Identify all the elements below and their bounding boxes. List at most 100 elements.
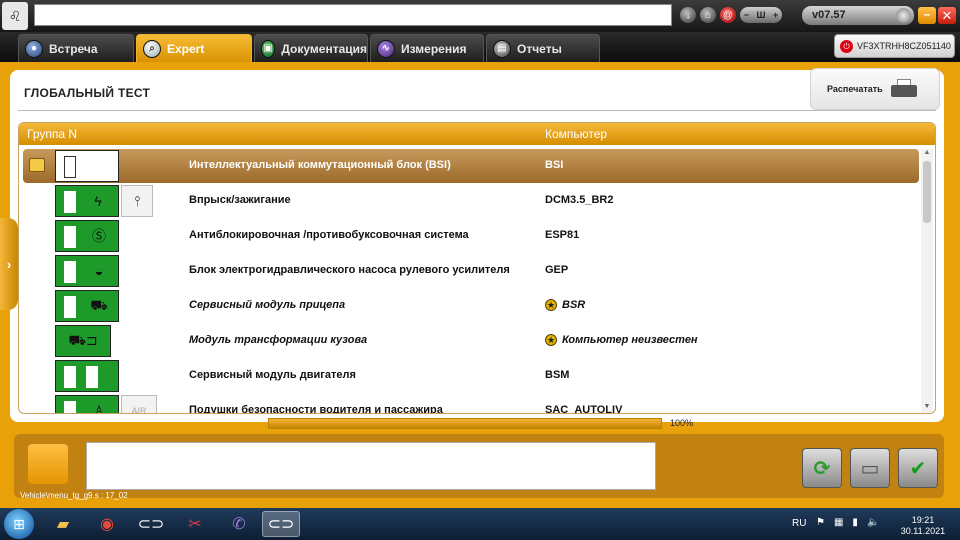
ecu-module-icon: ϟ xyxy=(55,185,119,217)
scroll-thumb[interactable] xyxy=(923,161,931,223)
ecu-table: Группа N Компьютер Интеллектуальный комм… xyxy=(18,122,936,414)
table-row[interactable]: ⛟ Сервисный модуль прицепа ★ BSR xyxy=(23,289,919,323)
ecu-module-icon: ♙ xyxy=(55,395,119,413)
divider xyxy=(18,110,936,111)
progress-bar xyxy=(268,418,662,429)
minimize-button[interactable]: – xyxy=(918,7,936,24)
row-computer: BSM xyxy=(545,369,570,381)
down-arrow-icon[interactable]: ↓ xyxy=(680,7,696,23)
tab-documentation[interactable]: ▣ Документация xyxy=(254,34,368,62)
print-label: Распечатать xyxy=(827,84,883,94)
volume-icon[interactable]: 🔈 xyxy=(867,517,879,528)
app-window: ♌ ↓ ⌂ @ − Ш + v07.57 – ✕ ● Встреча ⌕ Exper… xyxy=(0,0,960,540)
power-icon: ⏻ xyxy=(840,39,853,53)
viber-button[interactable]: ✆ xyxy=(220,511,258,537)
lightning-icon: ϟ xyxy=(94,193,102,209)
tab-measurements[interactable]: ∿ Измерения xyxy=(370,34,484,62)
trailer-icon: ⛟ xyxy=(90,296,108,313)
tab-vstrecha[interactable]: ● Встреча xyxy=(18,34,134,62)
explorer-button[interactable]: ▰ xyxy=(44,511,82,537)
refresh-icon: ⟳ xyxy=(813,457,831,480)
battery-icon[interactable]: ▮ xyxy=(852,517,858,528)
flag-icon[interactable]: ⚑ xyxy=(816,517,825,528)
home-icon[interactable]: ⌂ xyxy=(700,7,716,23)
page-title: ГЛОБАЛЬНЫЙ ТЕСТ xyxy=(24,86,151,100)
body-plug-icon: ⛟⊐ xyxy=(68,331,98,348)
spinner-icon xyxy=(896,8,911,23)
ecu-module-icon: Ⓢ xyxy=(55,220,119,252)
tab-reports[interactable]: ▤ Отчеты xyxy=(486,34,600,62)
system-tray: ⚑ ▦ ▮ 🔈 xyxy=(816,517,879,528)
book-icon: ▣ xyxy=(261,39,276,58)
star-icon: ★ xyxy=(545,299,557,311)
column-header-computer[interactable]: Компьютер xyxy=(545,127,607,141)
app-button[interactable]: ⊂⊃ xyxy=(132,511,170,537)
status-path: Vehicle\menu_tg_g9.s : 17_02 xyxy=(20,491,128,500)
address-field[interactable] xyxy=(34,4,672,26)
tab-label: Отчеты xyxy=(517,41,562,56)
clock[interactable]: 19:21 30.11.2021 xyxy=(898,515,948,537)
scroll-up-icon[interactable]: ▲ xyxy=(921,149,933,159)
printer-icon: ▭ xyxy=(860,457,880,480)
ecu-module-icon: ◒ xyxy=(55,255,119,287)
diagbox-button[interactable]: ⊂⊃ xyxy=(262,511,300,537)
progress-fill xyxy=(269,419,661,428)
table-row[interactable]: ♙ AIR Подушки безопасности водителя и па… xyxy=(23,394,919,413)
clock-time: 19:21 xyxy=(911,515,935,525)
folder-icon xyxy=(29,158,45,172)
row-computer: ★ Компьютер неизвестен xyxy=(545,334,698,346)
row-name: Антиблокировочная /противобуксовочная си… xyxy=(189,229,469,241)
content-panel: ГЛОБАЛЬНЫЙ ТЕСТ Распечатать Группа N Ком… xyxy=(10,68,944,422)
windows-taskbar: ⊞ ▰ ◉ ⊂⊃ ✂ ✆ ⊂⊃ RU ⚑ ▦ ▮ 🔈 19:21 30.11.2… xyxy=(0,508,960,540)
chrome-button[interactable]: ◉ xyxy=(88,511,126,537)
table-row[interactable]: ◒ Блок электрогидравлического насоса рул… xyxy=(23,254,919,288)
table-header: Группа N Компьютер xyxy=(19,123,935,145)
table-row[interactable]: Сервисный модуль двигателя BSM xyxy=(23,359,919,393)
language-indicator[interactable]: RU xyxy=(792,518,806,529)
injector-icon: ⫯ xyxy=(121,185,153,217)
connection-toggle[interactable]: − Ш + xyxy=(740,7,782,23)
scroll-down-icon[interactable]: ▼ xyxy=(921,403,933,413)
row-name: Подушки безопасности водителя и пассажир… xyxy=(189,404,443,413)
column-header-group[interactable]: Группа N xyxy=(27,127,77,141)
abs-icon: Ⓢ xyxy=(92,228,106,244)
start-button[interactable]: ⊞ xyxy=(4,509,34,539)
system-icons: ↓ ⌂ @ − Ш + xyxy=(680,7,782,23)
close-button[interactable]: ✕ xyxy=(938,7,956,24)
app-button[interactable]: ✂ xyxy=(176,511,214,537)
title-bar: ♌ ↓ ⌂ @ − Ш + v07.57 – ✕ xyxy=(0,0,960,32)
refresh-button[interactable]: ⟳ xyxy=(802,448,842,488)
star-icon: ★ xyxy=(545,334,557,346)
action-bar: ⟳ ▭ ✔ xyxy=(14,434,944,498)
row-computer: ★ BSR xyxy=(545,299,586,311)
ecu-module-icon: ⛟⊐ xyxy=(55,325,111,357)
airbag-icon: AIR xyxy=(121,395,157,413)
row-name: Сервисный модуль двигателя xyxy=(189,369,356,381)
tab-expert[interactable]: ⌕ Expert xyxy=(136,34,252,62)
ecu-module-icon xyxy=(55,360,119,392)
row-computer: BSI xyxy=(545,159,564,171)
version-label: v07.57 xyxy=(812,9,846,21)
tab-label: Expert xyxy=(167,41,205,56)
table-row[interactable]: Интеллектуальный коммутационный блок (BS… xyxy=(23,149,919,183)
progress-label: 100% xyxy=(670,418,694,428)
table-scrollbar[interactable]: ▲ ▼ xyxy=(921,149,933,413)
table-row[interactable]: ϟ ⫯ Впрыск/зажигание DCM3.5_BR2 xyxy=(23,184,919,218)
viber-icon: ✆ xyxy=(232,516,246,533)
print-report-button[interactable]: ▭ xyxy=(850,448,890,488)
print-button[interactable]: Распечатать xyxy=(810,68,940,110)
network-icon[interactable]: ▦ xyxy=(834,517,843,528)
table-row[interactable]: Ⓢ Антиблокировочная /противобуксовочная … xyxy=(23,219,919,253)
ecu-module-icon xyxy=(55,150,119,182)
message-box xyxy=(86,442,656,490)
vin-badge[interactable]: ⏻ VF3XTRHH8CZ051140 xyxy=(834,34,955,58)
bars-icon: Ш xyxy=(756,10,766,20)
confirm-button[interactable]: ✔ xyxy=(898,448,938,488)
side-panel-toggle[interactable]: › xyxy=(0,218,18,310)
plus-icon: + xyxy=(772,10,779,20)
steering-icon: ◒ xyxy=(94,263,104,279)
table-row[interactable]: ⛟⊐ Модуль трансформации кузова ★ Компьюте… xyxy=(23,324,919,358)
tab-label: Измерения xyxy=(401,41,467,56)
row-computer: DCM3.5_BR2 xyxy=(545,194,614,206)
mail-icon[interactable]: @ xyxy=(720,7,736,23)
